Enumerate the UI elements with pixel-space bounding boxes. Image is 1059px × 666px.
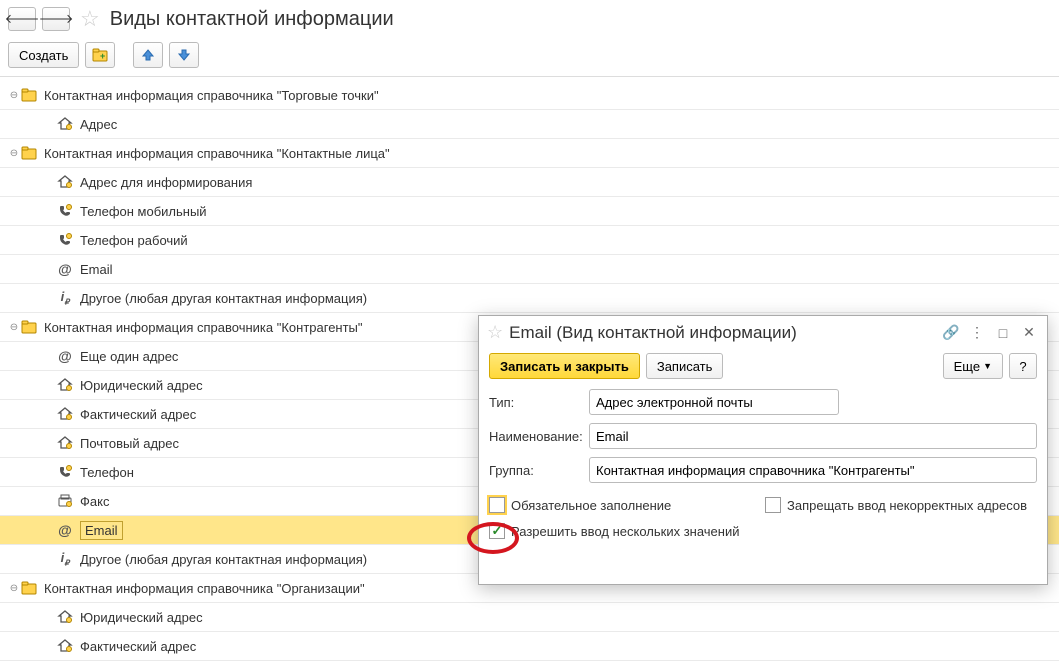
tree-label: Фактический адрес xyxy=(80,639,196,654)
tree-item[interactable]: i₽ Другое (любая другая контактная информ… xyxy=(0,284,1059,313)
name-field[interactable] xyxy=(589,423,1037,449)
tree-item[interactable]: Юридический адрес xyxy=(0,603,1059,632)
info-icon: i₽ xyxy=(56,551,74,567)
tree-label: Юридический адрес xyxy=(80,610,203,625)
expand-toggle[interactable]: ⊖ xyxy=(8,90,20,101)
star-icon[interactable]: ☆ xyxy=(487,322,503,343)
tree-label: Контактная информация справочника "Орган… xyxy=(44,581,365,596)
tree-item[interactable]: @ Email xyxy=(0,255,1059,284)
tree-label: Факс xyxy=(80,494,109,509)
more-icon[interactable]: ⋮ xyxy=(967,324,987,342)
at-icon: @ xyxy=(56,348,74,364)
home-icon xyxy=(56,377,74,393)
prohibit-checkbox[interactable] xyxy=(765,497,781,513)
tree-item[interactable]: Телефон рабочий xyxy=(0,226,1059,255)
tree-label: Телефон xyxy=(80,465,134,480)
folder-icon xyxy=(20,580,38,596)
nav-back-button[interactable]: 🡐 xyxy=(8,7,36,31)
multi-label: Разрешить ввод нескольких значений xyxy=(511,524,739,539)
save-button[interactable]: Записать xyxy=(646,353,724,379)
tree-item[interactable]: Адрес xyxy=(0,110,1059,139)
fax-icon xyxy=(56,493,74,509)
phone-icon xyxy=(56,232,74,248)
tree-label: Другое (любая другая контактная информац… xyxy=(80,291,367,306)
link-icon[interactable]: 🔗 xyxy=(941,324,961,342)
tree-label: Контактная информация справочника "Конта… xyxy=(44,146,390,161)
folder-icon xyxy=(20,145,38,161)
help-button[interactable]: ? xyxy=(1009,353,1037,379)
tree-label: Адрес для информирования xyxy=(80,175,252,190)
required-label: Обязательное заполнение xyxy=(511,498,671,513)
tree-item[interactable]: Фактический адрес xyxy=(0,632,1059,661)
move-up-button[interactable] xyxy=(133,42,163,68)
tree-label: Телефон мобильный xyxy=(80,204,207,219)
tree-label: Еще один адрес xyxy=(80,349,178,364)
maximize-icon[interactable]: □ xyxy=(993,324,1013,342)
group-label: Группа: xyxy=(489,463,589,478)
tree-item[interactable]: Адрес для информирования xyxy=(0,168,1059,197)
tree-label: Контактная информация справочника "Контр… xyxy=(44,320,363,335)
arrow-down-icon xyxy=(177,48,191,62)
prohibit-label: Запрещать ввод некорректных адресов xyxy=(787,498,1027,513)
home-icon xyxy=(56,638,74,654)
home-icon xyxy=(56,116,74,132)
save-close-button[interactable]: Записать и закрыть xyxy=(489,353,640,379)
name-label: Наименование: xyxy=(489,429,589,444)
arrow-up-icon xyxy=(141,48,155,62)
arrow-left-icon: 🡐 xyxy=(5,11,40,27)
expand-toggle[interactable]: ⊖ xyxy=(8,148,20,159)
multi-checkbox[interactable] xyxy=(489,523,505,539)
tree-label: Телефон рабочий xyxy=(80,233,188,248)
folder-plus-icon: + xyxy=(92,48,108,62)
tree-group[interactable]: ⊖ Контактная информация справочника "Конт… xyxy=(0,139,1059,168)
expand-toggle[interactable]: ⊖ xyxy=(8,322,20,333)
home-icon xyxy=(56,174,74,190)
contact-type-dialog: ☆ Email (Вид контактной информации) 🔗 ⋮ … xyxy=(478,315,1048,585)
create-button[interactable]: Создать xyxy=(8,42,79,68)
close-icon[interactable]: ✕ xyxy=(1019,324,1039,342)
star-icon[interactable]: ☆ xyxy=(80,6,100,32)
type-label: Тип: xyxy=(489,395,589,410)
svg-text:+: + xyxy=(100,51,105,61)
home-icon xyxy=(56,406,74,422)
home-icon xyxy=(56,435,74,451)
info-icon: i₽ xyxy=(56,290,74,306)
type-field[interactable] xyxy=(589,389,839,415)
at-icon: @ xyxy=(56,522,74,538)
nav-forward-button[interactable]: 🡒 xyxy=(42,7,70,31)
tree-group[interactable]: ⊖ Контактная информация справочника "Торг… xyxy=(0,81,1059,110)
tree-label: Email xyxy=(80,521,123,540)
page-title: Виды контактной информации xyxy=(110,8,394,31)
folder-icon xyxy=(20,87,38,103)
create-folder-button[interactable]: + xyxy=(85,42,115,68)
tree-label: Email xyxy=(80,262,113,277)
move-down-button[interactable] xyxy=(169,42,199,68)
tree-label: Почтовый адрес xyxy=(80,436,179,451)
at-icon: @ xyxy=(56,261,74,277)
tree-label: Фактический адрес xyxy=(80,407,196,422)
group-field[interactable] xyxy=(589,457,1037,483)
required-checkbox[interactable] xyxy=(489,497,505,513)
expand-toggle[interactable]: ⊖ xyxy=(8,583,20,594)
tree-label: Другое (любая другая контактная информац… xyxy=(80,552,367,567)
tree-item[interactable]: Телефон мобильный xyxy=(0,197,1059,226)
tree-label: Юридический адрес xyxy=(80,378,203,393)
phone-icon xyxy=(56,203,74,219)
home-icon xyxy=(56,609,74,625)
arrow-right-icon: 🡒 xyxy=(39,11,74,27)
tree-label: Контактная информация справочника "Торго… xyxy=(44,88,379,103)
folder-icon xyxy=(20,319,38,335)
dialog-title: Email (Вид контактной информации) xyxy=(509,323,935,343)
chevron-down-icon: ▼ xyxy=(983,361,992,371)
more-button[interactable]: Еще ▼ xyxy=(943,353,1003,379)
phone-icon xyxy=(56,464,74,480)
tree-label: Адрес xyxy=(80,117,117,132)
